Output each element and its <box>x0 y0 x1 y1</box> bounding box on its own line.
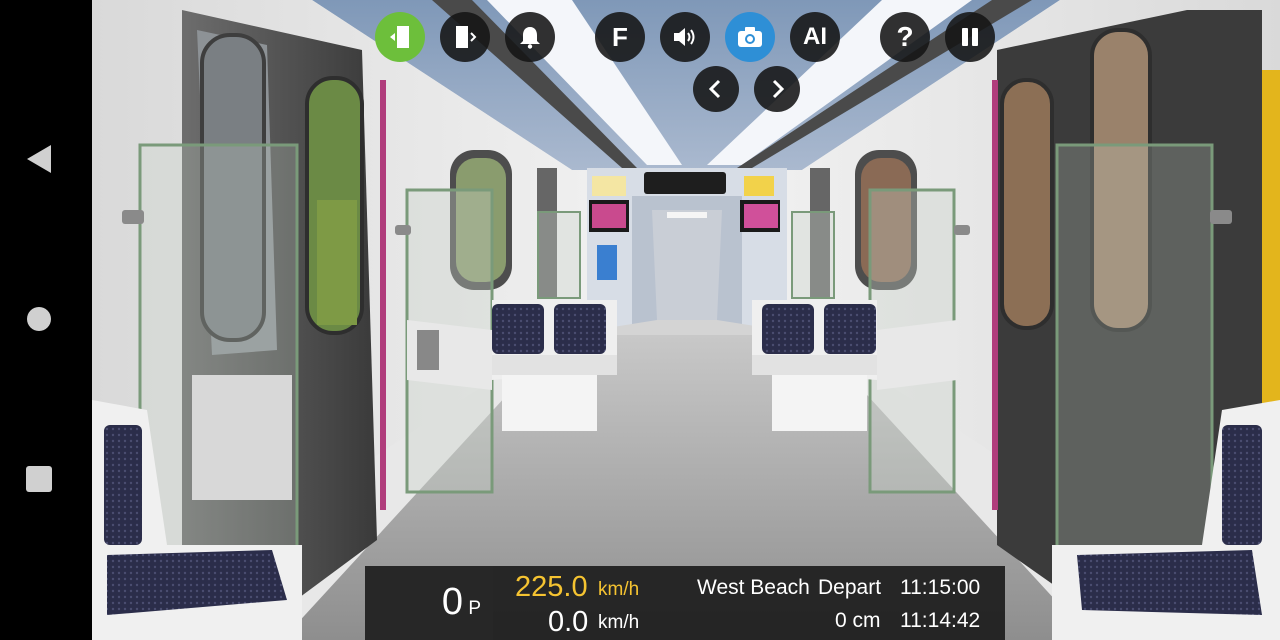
chevron-left-icon[interactable] <box>693 66 739 112</box>
bell-icon[interactable] <box>505 12 555 62</box>
help-label: ? <box>896 21 914 52</box>
target-speed-unit: km/h <box>598 579 640 600</box>
current-speed-unit: km/h <box>598 612 640 633</box>
chevron-right-icon[interactable] <box>754 66 800 112</box>
ai-button[interactable]: AI <box>790 12 840 62</box>
gear-indicator: 0 P <box>365 566 493 640</box>
pause-icon[interactable] <box>945 12 995 62</box>
depart-time: 11:15:00 <box>900 576 981 599</box>
station-name: West Beach <box>697 576 810 599</box>
gear-value: 0 <box>441 581 463 623</box>
f-button[interactable]: F <box>595 12 645 62</box>
distance-to-stop: 0 cm <box>835 609 881 632</box>
ai-label: AI <box>803 23 827 50</box>
system-nav-bar <box>0 0 92 640</box>
target-speed: 225.0 <box>515 571 588 603</box>
help-icon[interactable]: ? <box>880 12 930 62</box>
camera-icon[interactable] <box>725 12 775 62</box>
back-triangle-icon[interactable] <box>24 144 54 174</box>
current-speed: 0.0 <box>548 606 589 638</box>
home-circle-icon[interactable] <box>24 304 54 334</box>
status-panel: 0 P 225.0 km/h 0.0 km/h West Beach Depar… <box>365 566 1005 640</box>
speaker-icon[interactable] <box>660 12 710 62</box>
right-door-icon[interactable] <box>440 12 490 62</box>
recents-square-icon[interactable] <box>24 464 54 494</box>
current-time: 11:14:42 <box>900 609 981 632</box>
left-door-icon[interactable] <box>375 12 425 62</box>
train-interior-view[interactable] <box>92 0 1280 640</box>
f-label: F <box>612 21 628 52</box>
gear-unit: P <box>468 598 481 619</box>
station-action: Depart <box>818 576 882 599</box>
train-interior-illustration <box>92 0 1280 640</box>
